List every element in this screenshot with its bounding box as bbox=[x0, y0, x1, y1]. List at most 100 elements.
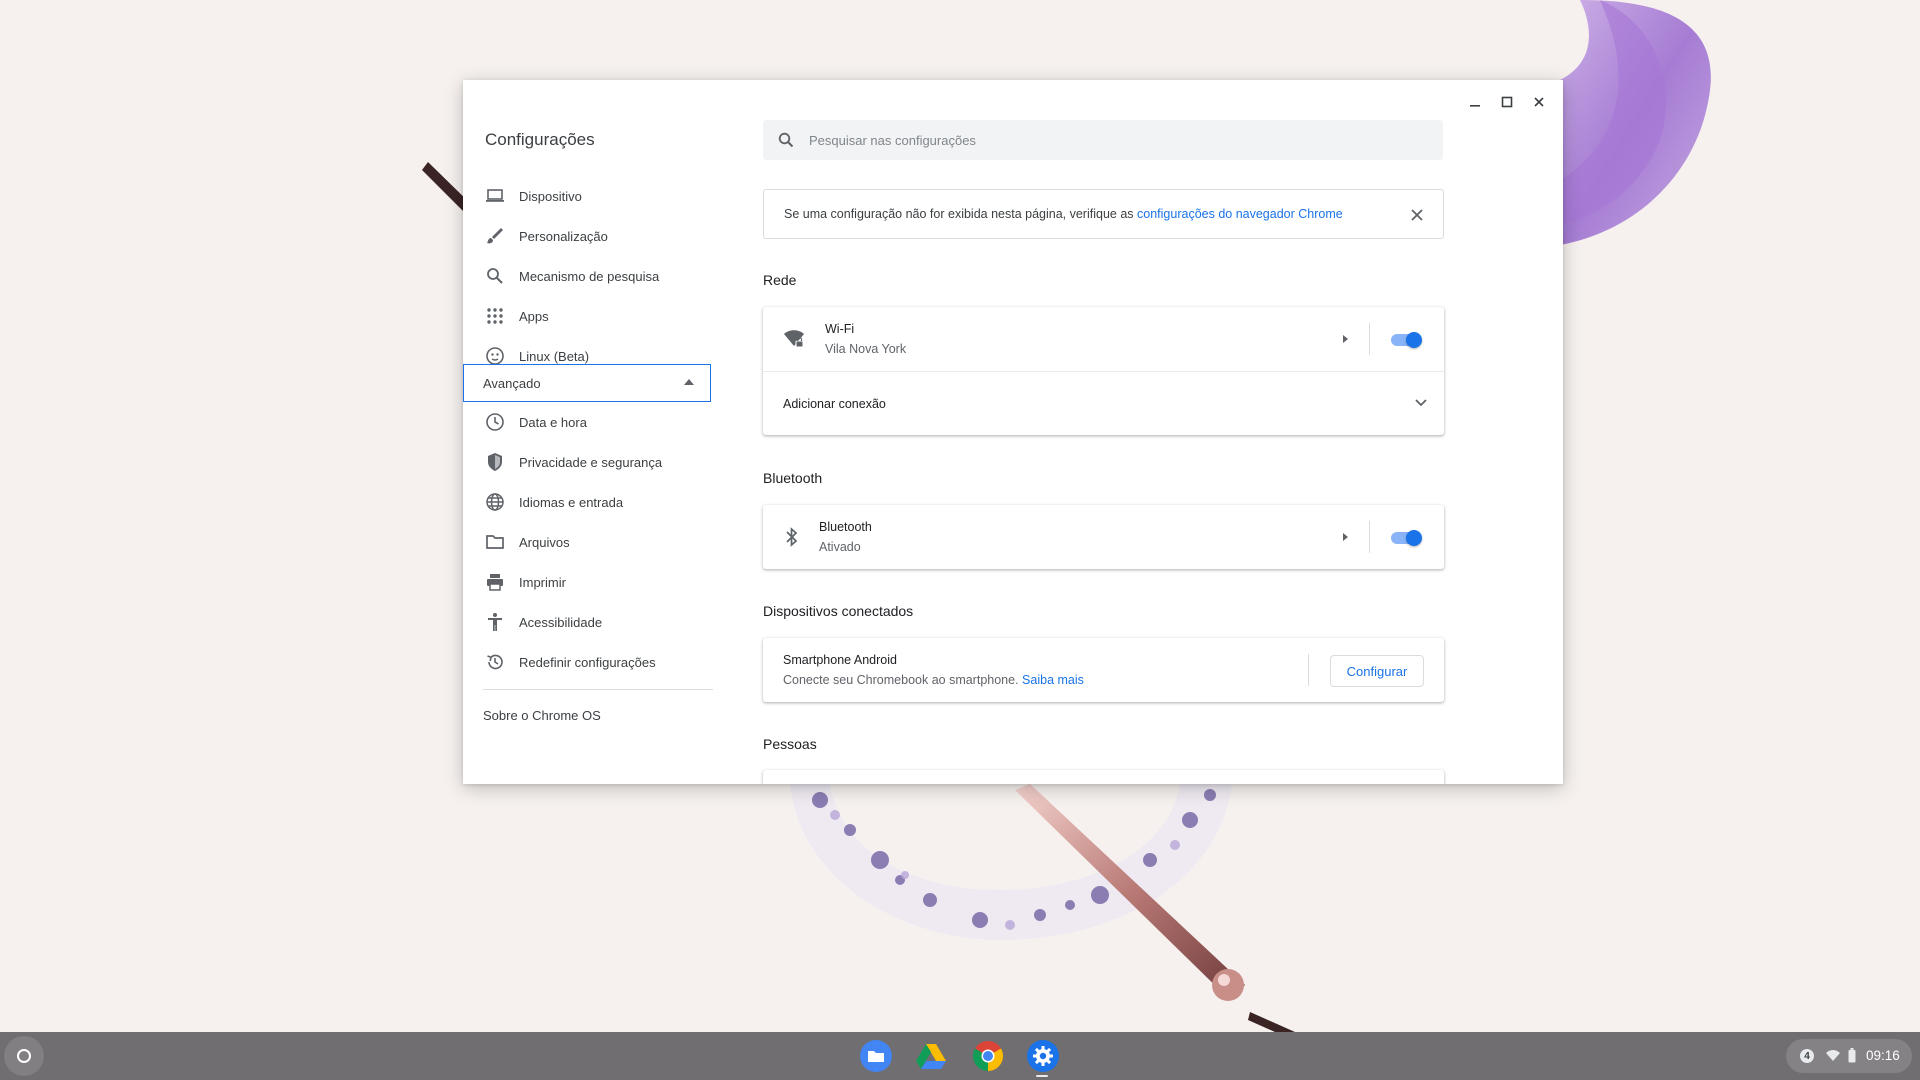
sidebar-divider bbox=[483, 689, 713, 690]
chrome-browser-settings-link[interactable]: configurações do navegador Chrome bbox=[1137, 207, 1343, 221]
sidebar-item-label: Idiomas e entrada bbox=[519, 494, 624, 510]
android-phone-subtitle: Conecte seu Chromebook ao smartphone. bbox=[783, 673, 1019, 687]
accessibility-icon bbox=[485, 612, 505, 632]
advanced-label: Avançado bbox=[483, 375, 541, 391]
browser-settings-notice: Se uma configuração não for exibida nest… bbox=[763, 189, 1444, 239]
bluetooth-icon bbox=[786, 527, 798, 547]
search-icon bbox=[778, 132, 794, 148]
advanced-toggle[interactable]: Avançado bbox=[463, 364, 711, 402]
wifi-row[interactable]: Wi-Fi Vila Nova York bbox=[763, 307, 1444, 371]
caret-up-icon bbox=[684, 379, 694, 385]
people-card bbox=[763, 770, 1444, 784]
add-connection-row[interactable]: Adicionar conexão bbox=[763, 372, 1444, 435]
bluetooth-row-title: Bluetooth bbox=[819, 520, 872, 534]
minimize-button[interactable] bbox=[1461, 88, 1489, 116]
notice-text: Se uma configuração não for exibida nest… bbox=[784, 207, 1343, 221]
add-connection-label: Adicionar conexão bbox=[783, 397, 886, 411]
sidebar-item-label: Redefinir configurações bbox=[519, 654, 656, 670]
settings-app-button[interactable] bbox=[1027, 1040, 1059, 1072]
bluetooth-card[interactable]: Bluetooth Ativado bbox=[763, 505, 1444, 569]
sidebar-item-privacy[interactable]: Privacidade e segurança bbox=[463, 442, 713, 482]
sidebar-item-label: Privacidade e segurança bbox=[519, 454, 663, 470]
bluetooth-toggle[interactable] bbox=[1389, 529, 1422, 546]
sidebar-item-accessibility[interactable]: Acessibilidade bbox=[463, 602, 713, 642]
globe-icon bbox=[485, 492, 505, 512]
battery-icon bbox=[1848, 1048, 1856, 1063]
history-icon bbox=[485, 652, 505, 672]
clock: 09:16 bbox=[1866, 1048, 1900, 1063]
linux-icon bbox=[485, 346, 505, 366]
sidebar-item-date-time[interactable]: Data e hora bbox=[463, 402, 713, 442]
android-phone-title: Smartphone Android bbox=[783, 653, 897, 667]
sidebar-item-personalization[interactable]: Personalização bbox=[463, 216, 713, 256]
printer-icon bbox=[485, 572, 505, 592]
close-window-button[interactable] bbox=[1525, 88, 1553, 116]
window-controls bbox=[1461, 88, 1553, 116]
launcher-circle-icon bbox=[17, 1049, 31, 1063]
arrow-right-icon[interactable] bbox=[1340, 532, 1350, 542]
toggle-knob bbox=[1406, 332, 1422, 348]
chrome-app-button[interactable] bbox=[972, 1040, 1004, 1072]
sidebar-item-label: Apps bbox=[519, 308, 549, 324]
maximize-button[interactable] bbox=[1493, 88, 1521, 116]
shelf: 4 09:16 bbox=[0, 1032, 1920, 1080]
launcher-button[interactable] bbox=[4, 1036, 44, 1076]
row-divider bbox=[1369, 521, 1370, 553]
connected-devices-card: Smartphone Android Conecte seu Chromeboo… bbox=[763, 638, 1444, 702]
sidebar-item-languages[interactable]: Idiomas e entrada bbox=[463, 482, 713, 522]
settings-app-icon bbox=[1027, 1040, 1059, 1072]
sidebar-item-print[interactable]: Imprimir bbox=[463, 562, 713, 602]
shield-icon bbox=[485, 452, 505, 472]
row-divider bbox=[1369, 323, 1370, 355]
status-tray[interactable]: 4 09:16 bbox=[1786, 1039, 1912, 1073]
sidebar-item-apps[interactable]: Apps bbox=[463, 296, 713, 336]
configure-button[interactable]: Configurar bbox=[1330, 655, 1424, 687]
sidebar-item-label: Dispositivo bbox=[519, 188, 582, 204]
notification-count-badge: 4 bbox=[1800, 1049, 1814, 1063]
laptop-icon bbox=[485, 186, 505, 206]
learn-more-link[interactable]: Saiba mais bbox=[1022, 673, 1084, 687]
sidebar-item-label: Personalização bbox=[519, 228, 608, 244]
apps-grid-icon bbox=[485, 306, 505, 326]
wifi-toggle[interactable] bbox=[1389, 331, 1422, 348]
files-app-button[interactable] bbox=[860, 1040, 892, 1072]
drive-app-button[interactable] bbox=[915, 1040, 947, 1072]
app-title: Configurações bbox=[485, 130, 595, 149]
sidebar: Configurações Dispositivo Personalização… bbox=[463, 80, 713, 784]
maximize-icon bbox=[1501, 96, 1513, 108]
minimize-icon bbox=[1470, 105, 1480, 107]
wifi-icon bbox=[1826, 1050, 1840, 1061]
arrow-right-icon[interactable] bbox=[1340, 334, 1350, 344]
wifi-title: Wi-Fi bbox=[825, 322, 855, 336]
clock-icon bbox=[485, 412, 505, 432]
sidebar-item-search-engine[interactable]: Mecanismo de pesquisa bbox=[463, 256, 713, 296]
folder-icon bbox=[485, 532, 505, 552]
search-input[interactable] bbox=[809, 120, 1429, 160]
chevron-down-icon[interactable] bbox=[1415, 399, 1427, 407]
search-box bbox=[763, 120, 1443, 160]
sidebar-item-reset[interactable]: Redefinir configurações bbox=[463, 642, 713, 682]
sidebar-item-files[interactable]: Arquivos bbox=[463, 522, 713, 562]
section-title-network: Rede bbox=[763, 272, 797, 288]
sidebar-item-label: Linux (Beta) bbox=[519, 348, 590, 364]
sidebar-item-label: Imprimir bbox=[519, 574, 566, 590]
toggle-knob bbox=[1406, 530, 1422, 546]
network-card: Wi-Fi Vila Nova York Adicionar conexão bbox=[763, 307, 1444, 435]
brush-icon bbox=[485, 226, 505, 246]
android-phone-description: Conecte seu Chromebook ao smartphone. Sa… bbox=[783, 673, 1084, 687]
row-divider bbox=[1308, 654, 1309, 686]
section-title-connected-devices: Dispositivos conectados bbox=[763, 603, 914, 619]
close-icon[interactable] bbox=[1409, 207, 1425, 223]
settings-window: Configurações Dispositivo Personalização… bbox=[463, 80, 1563, 784]
about-chrome-os-link[interactable]: Sobre o Chrome OS bbox=[483, 708, 601, 723]
sidebar-item-label: Acessibilidade bbox=[519, 614, 603, 630]
close-icon bbox=[1534, 97, 1544, 107]
section-title-people: Pessoas bbox=[763, 736, 817, 752]
files-app-icon bbox=[860, 1040, 892, 1072]
wifi-network-name: Vila Nova York bbox=[825, 342, 907, 356]
sidebar-item-device[interactable]: Dispositivo bbox=[463, 176, 713, 216]
drive-app-icon bbox=[916, 1044, 946, 1069]
sidebar-item-label: Mecanismo de pesquisa bbox=[519, 268, 660, 284]
chrome-app-icon bbox=[972, 1041, 1004, 1071]
wifi-locked-icon bbox=[784, 330, 804, 348]
